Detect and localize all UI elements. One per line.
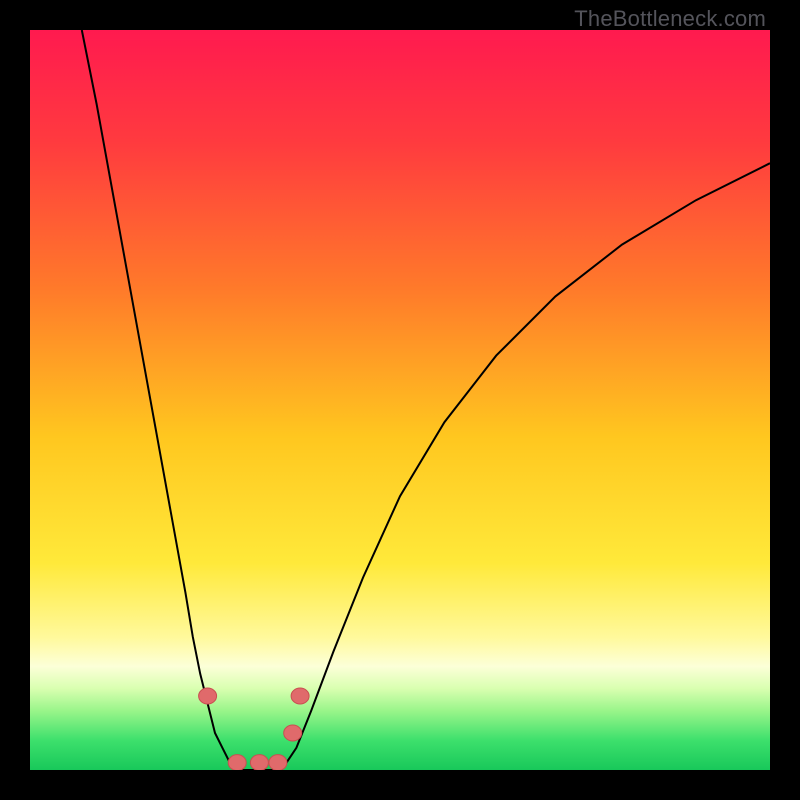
curve-marker (199, 688, 217, 704)
curve-markers (199, 688, 310, 770)
curve-marker (284, 725, 302, 741)
bottleneck-curve (82, 30, 770, 770)
curve-marker (228, 755, 246, 770)
watermark-text: TheBottleneck.com (574, 6, 766, 32)
curve-marker (291, 688, 309, 704)
curve-marker (269, 755, 287, 770)
curve-marker (250, 755, 268, 770)
curve-layer (30, 30, 770, 770)
plot-frame (30, 30, 770, 770)
